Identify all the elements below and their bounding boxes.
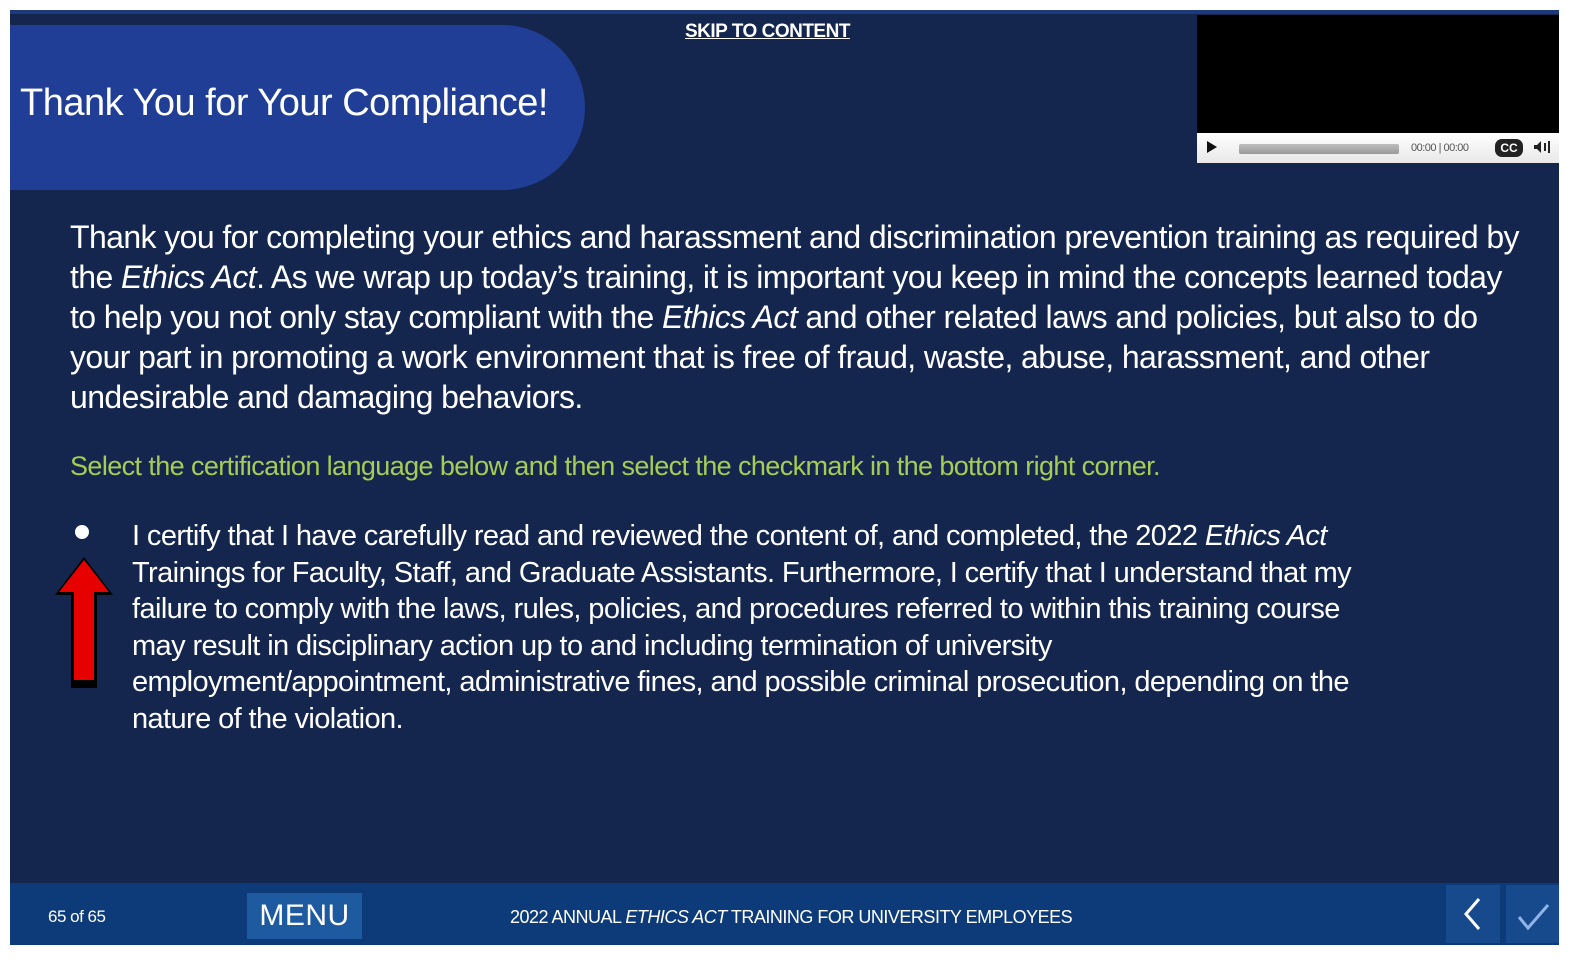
- instruction-text: Select the certification language below …: [70, 451, 1161, 481]
- intro-paragraph: Thank you for completing your ethics and…: [70, 217, 1520, 417]
- chevron-left-icon: [1464, 898, 1481, 930]
- intro-text-em2: Ethics Act: [662, 299, 798, 335]
- red-arrow-icon: [55, 557, 113, 688]
- volume-icon-glyph: [1534, 141, 1550, 153]
- certify-text-b: Trainings for Faculty, Staff, and Gradua…: [132, 556, 1352, 735]
- footer-bar: 65 of 65 MENU 2022 ANNUAL ETHICS ACT TRA…: [10, 883, 1559, 945]
- page-counter: 65 of 65: [48, 907, 106, 926]
- video-player: 00:00 | 00:00 CC: [1197, 15, 1559, 163]
- checkmark-icon: [1517, 904, 1550, 931]
- seek-bar[interactable]: [1239, 144, 1399, 154]
- certification-radio[interactable]: [75, 525, 89, 539]
- top-border: [10, 10, 1559, 14]
- video-controls: 00:00 | 00:00 CC: [1197, 133, 1559, 163]
- course-title-a: 2022 ANNUAL: [510, 907, 626, 927]
- certify-text-em: Ethics Act: [1204, 520, 1327, 552]
- video-time: 00:00 | 00:00: [1411, 142, 1469, 154]
- course-title: 2022 ANNUAL ETHICS ACT TRAINING FOR UNIV…: [510, 907, 1073, 928]
- video-screen[interactable]: [1197, 15, 1559, 133]
- submit-button[interactable]: [1506, 885, 1559, 943]
- cc-icon[interactable]: CC: [1495, 139, 1523, 157]
- course-title-b: TRAINING FOR UNIVERSITY EMPLOYEES: [726, 907, 1073, 927]
- course-title-em: ETHICS ACT: [625, 907, 727, 927]
- slide-frame: SKIP TO CONTENT Thank You for Your Compl…: [10, 10, 1559, 945]
- certification-statement[interactable]: I certify that I have carefully read and…: [132, 518, 1362, 737]
- back-button[interactable]: [1446, 885, 1500, 943]
- certify-text-a: I certify that I have carefully read and…: [132, 520, 1205, 552]
- intro-text-em1: Ethics Act: [120, 259, 257, 295]
- skip-to-content-link[interactable]: SKIP TO CONTENT: [685, 21, 850, 43]
- volume-icon[interactable]: [1533, 140, 1551, 157]
- play-icon[interactable]: [1207, 141, 1217, 153]
- title-banner: Thank You for Your Compliance!: [10, 25, 585, 190]
- page-title: Thank You for Your Compliance!: [20, 82, 548, 124]
- menu-button[interactable]: MENU: [247, 893, 362, 939]
